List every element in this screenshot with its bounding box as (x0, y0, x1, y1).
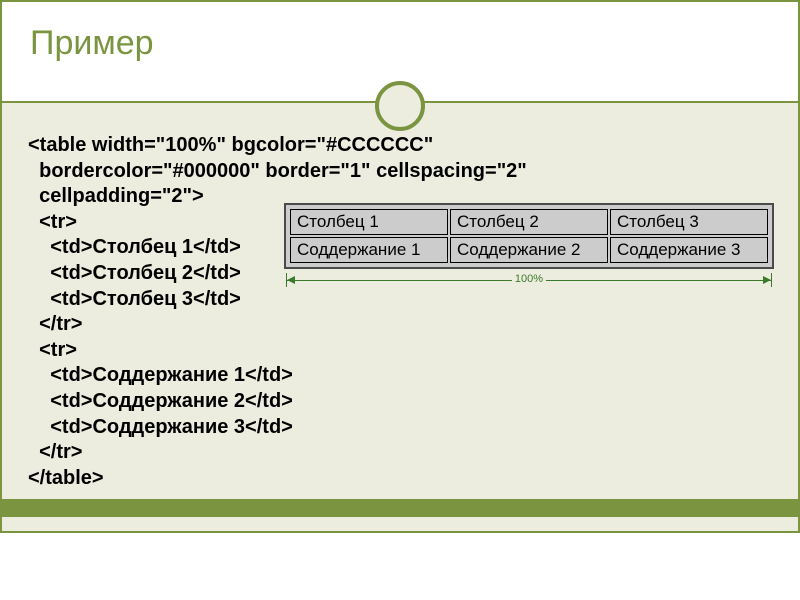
code-line: <tr> (28, 339, 77, 361)
code-line: </tr> (28, 313, 82, 335)
code-line: </table> (28, 467, 104, 489)
code-line: <td>Столбец 1</td> (28, 236, 241, 258)
table-cell: Соддержание 1 (290, 237, 448, 263)
dim-label: 100% (512, 273, 546, 285)
bottom-accent-bar (2, 499, 798, 517)
arrow-right-icon (763, 276, 771, 284)
code-line: bordercolor="#000000" border="1" cellspa… (28, 160, 527, 182)
code-line: </tr> (28, 441, 82, 463)
dim-tick-icon (771, 273, 772, 287)
body-region: <table width="100%" bgcolor="#CCCCCC" bo… (0, 103, 800, 533)
table-row: Столбец 1 Столбец 2 Столбец 3 (290, 209, 768, 235)
code-line: <td>Соддержание 3</td> (28, 416, 293, 438)
table-cell: Столбец 3 (610, 209, 768, 235)
code-line: <table width="100%" bgcolor="#CCCCCC" (28, 134, 433, 156)
table-cell: Столбец 2 (450, 209, 608, 235)
slide: Пример <table width="100%" bgcolor="#CCC… (0, 0, 800, 600)
dimension-annotation: 100% (284, 271, 774, 291)
rendered-table-example: Столбец 1 Столбец 2 Столбец 3 Соддержани… (284, 203, 774, 291)
code-line: <td>Соддержание 2</td> (28, 390, 293, 412)
code-line: <tr> (28, 211, 77, 233)
ring-ornament-icon (375, 81, 425, 131)
table-cell: Столбец 1 (290, 209, 448, 235)
table-row: Соддержание 1 Соддержание 2 Соддержание … (290, 237, 768, 263)
code-line: <td>Столбец 3</td> (28, 288, 241, 310)
table-frame: Столбец 1 Столбец 2 Столбец 3 Соддержани… (284, 203, 774, 269)
table-cell: Соддержание 2 (450, 237, 608, 263)
code-line: <td>Столбец 2</td> (28, 262, 241, 284)
table-cell: Соддержание 3 (610, 237, 768, 263)
slide-title: Пример (30, 24, 770, 63)
code-line: <td>Соддержание 1</td> (28, 364, 293, 386)
code-block: <table width="100%" bgcolor="#CCCCCC" bo… (28, 133, 772, 491)
example-table: Столбец 1 Столбец 2 Столбец 3 Соддержани… (288, 207, 770, 265)
code-line: cellpadding="2"> (28, 185, 204, 207)
